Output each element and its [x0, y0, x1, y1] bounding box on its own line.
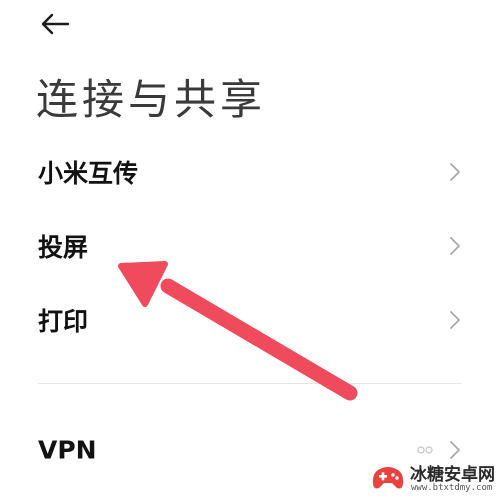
- settings-item-label: 小米互传: [38, 159, 139, 188]
- settings-item-print[interactable]: 打印: [0, 290, 500, 350]
- page-title: 连接与共享: [36, 75, 267, 124]
- gamepad-logo-icon: [372, 467, 404, 489]
- settings-item-label: 投屏: [38, 233, 89, 262]
- back-button[interactable]: [38, 10, 72, 38]
- watermark-name: 冰糖安卓网: [410, 465, 495, 485]
- settings-item-label: VPN: [38, 435, 97, 465]
- chevron-right-icon: [450, 311, 460, 329]
- back-arrow-icon: [41, 13, 70, 35]
- settings-item-label: 打印: [38, 307, 89, 336]
- link-icon: [417, 446, 433, 454]
- chevron-right-icon: [450, 237, 460, 255]
- watermark-url: www.btxtdmy.com: [411, 483, 493, 493]
- settings-item-cast[interactable]: 投屏: [0, 216, 500, 276]
- watermark: 冰糖安卓网 www.btxtdmy.com: [370, 458, 498, 498]
- chevron-right-icon: [450, 163, 460, 181]
- section-divider: [38, 383, 462, 384]
- settings-item-mi-share[interactable]: 小米互传: [0, 142, 500, 202]
